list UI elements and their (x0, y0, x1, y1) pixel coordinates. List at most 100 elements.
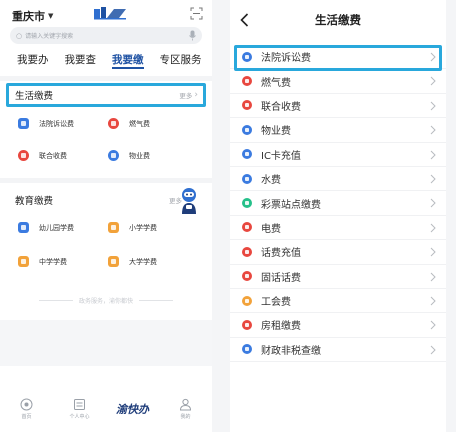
list-item[interactable]: 固话话费 (230, 265, 446, 289)
primary-school-icon (108, 222, 119, 233)
page-title: 生活缴费 (315, 13, 361, 27)
grid-item-label: 中学学费 (39, 257, 67, 266)
microphone-icon[interactable] (189, 30, 196, 41)
search-placeholder: 请输入关键字搜索 (25, 33, 74, 40)
city-selector[interactable]: 重庆市 ▼ (12, 8, 53, 24)
list-item-label: 财政非税查缴 (261, 345, 321, 357)
card-icon (74, 399, 85, 410)
nav-logo[interactable]: 渝快办 (113, 398, 153, 417)
scan-icon[interactable] (190, 7, 203, 20)
blank-area (0, 320, 212, 366)
grid-item-primary-school[interactable]: 小学学费 (108, 222, 157, 233)
grid-item-gas-fee[interactable]: 燃气费 (108, 118, 150, 129)
caret-down-icon: ▼ (48, 12, 54, 20)
chevron-right-icon (430, 272, 436, 281)
grid-item-label: 燃气费 (129, 119, 150, 128)
grid-item-court-fee[interactable]: 法院诉讼费 (18, 118, 74, 129)
right-screen: 生活缴费 法院诉讼费 燃气费 联合收费 物业费 IC卡充值 水费 彩票站点缴费 电费 话费充值固… (230, 0, 446, 432)
tab-jiaofei[interactable]: 我要缴 (112, 52, 148, 74)
court-fee-icon (18, 118, 29, 129)
service-icon (242, 319, 252, 330)
service-icon (242, 222, 252, 233)
list-item-label: 水费 (261, 175, 281, 187)
chevron-right-icon (430, 174, 436, 184)
gas-fee-icon (108, 118, 119, 129)
app-logo-icon (94, 7, 126, 20)
list-item[interactable]: 燃气费 (230, 69, 446, 94)
service-icon (242, 295, 252, 306)
list-item-label: 电费 (261, 223, 281, 235)
grid-item-label: 物业费 (129, 151, 150, 160)
grid-item-label: 幼儿园学费 (39, 223, 74, 232)
kindergarten-icon (18, 222, 29, 233)
service-icon (242, 344, 252, 355)
grid-item-label: 联合收费 (39, 151, 67, 160)
list-item[interactable]: 彩票站点缴费 (230, 191, 446, 216)
service-icon (242, 246, 252, 257)
tab-zhuanqu[interactable]: 专区服务 (160, 52, 206, 74)
list-item[interactable]: 物业费 (230, 118, 446, 143)
back-arrow-icon[interactable] (240, 13, 249, 27)
list-item-label: 固话话费 (261, 272, 301, 284)
grid-item-joint-fee[interactable]: 联合收费 (18, 150, 67, 161)
bottom-nav: 首页 个人中心 渝快办 我的 (0, 388, 212, 432)
list-item[interactable]: 房租缴费 (230, 313, 446, 338)
nav-label: 首页 (21, 414, 32, 420)
chevron-right-icon (430, 150, 436, 159)
list-item-label: 话费充值 (261, 248, 301, 260)
chevron-right-icon (430, 223, 436, 233)
footer-slogan: 政务服务，渝你都快 (8, 290, 204, 310)
grid-item-middle-school[interactable]: 中学学费 (18, 256, 67, 267)
home-icon (20, 398, 33, 411)
service-icon (242, 173, 252, 184)
search-input[interactable]: ○ 请输入关键字搜索 (10, 27, 202, 44)
grid-item-property-fee[interactable]: 物业费 (108, 150, 150, 161)
property-fee-icon (108, 150, 119, 161)
nav-mine[interactable]: 我的 (166, 398, 206, 420)
left-screen: 重庆市 ▼ ○ 请输入关键字搜索 我要办 我要查 我要缴 专区服务 生活缴费 更… (0, 0, 212, 432)
list-item[interactable]: IC卡充值 (230, 143, 446, 167)
nav-home[interactable]: 首页 (7, 398, 47, 420)
chevron-right-icon (430, 101, 436, 111)
list-item-label: 联合收费 (261, 101, 301, 113)
service-icon (242, 198, 252, 209)
header: 生活缴费 (230, 0, 446, 40)
service-icon (242, 100, 252, 111)
list-item-label: 物业费 (261, 126, 291, 138)
service-icon (242, 149, 252, 160)
list-item-label: 工会费 (261, 297, 291, 309)
grid-item-university[interactable]: 大学学费 (108, 256, 157, 267)
highlight-box (6, 83, 206, 107)
middle-school-icon (18, 256, 29, 267)
main-tabs: 我要办 我要查 我要缴 专区服务 (0, 52, 212, 74)
list-item[interactable]: 联合收费 (230, 94, 446, 119)
list-item[interactable]: 电费 (230, 216, 446, 241)
grid-item-kindergarten[interactable]: 幼儿园学费 (18, 222, 74, 233)
screenshot-stage: 重庆市 ▼ ○ 请输入关键字搜索 我要办 我要查 我要缴 专区服务 生活缴费 更… (0, 0, 456, 432)
chevron-right-icon (430, 125, 436, 135)
nav-center[interactable]: 个人中心 (60, 398, 100, 420)
list-item[interactable]: 水费 (230, 167, 446, 192)
university-icon (108, 256, 119, 267)
chevron-right-icon (430, 345, 436, 355)
highlight-box (234, 45, 442, 71)
assistant-robot-icon[interactable] (178, 186, 200, 216)
list-item[interactable]: 话费充值 (230, 240, 446, 265)
search-icon: ○ (16, 31, 23, 40)
chevron-right-icon (430, 198, 436, 208)
edu-section-title: 教育缴费 (15, 196, 54, 207)
list-item[interactable]: 工会费 (230, 289, 446, 314)
service-icon (242, 271, 252, 282)
grid-item-label: 法院诉讼费 (39, 119, 74, 128)
service-icon (242, 124, 252, 135)
tab-banli[interactable]: 我要办 (17, 52, 53, 74)
chevron-right-icon (430, 320, 436, 330)
chevron-right-icon (430, 247, 436, 257)
list-item[interactable]: 财政非税查缴 (230, 338, 446, 363)
chevron-right-icon (430, 296, 436, 306)
nav-label: 个人中心 (69, 414, 90, 420)
nav-logo-text: 渝快办 (116, 403, 149, 416)
tab-chaxun[interactable]: 我要查 (65, 52, 101, 74)
service-list: 法院诉讼费 燃气费 联合收费 物业费 IC卡充值 水费 彩票站点缴费 电费 话费充值 固话话费 工会… (230, 45, 446, 363)
city-name: 重庆市 (12, 10, 45, 23)
